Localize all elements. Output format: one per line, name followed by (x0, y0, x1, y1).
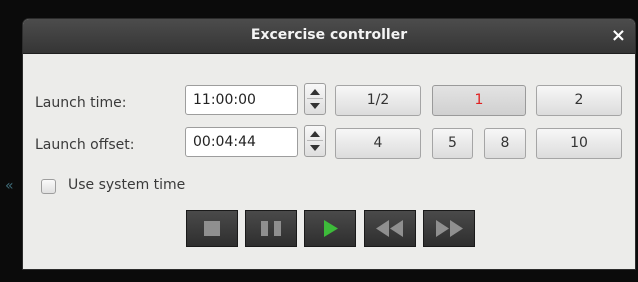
launch-time-stepper[interactable] (304, 83, 326, 115)
speed-10-button[interactable]: 10 (536, 128, 622, 159)
use-system-time-checkbox[interactable] (41, 179, 56, 194)
launch-offset-label: Launch offset: (35, 137, 135, 153)
rewind-button[interactable] (364, 210, 416, 247)
pause-button[interactable] (245, 210, 297, 247)
speed-8-button[interactable]: 8 (484, 128, 526, 159)
launch-offset-input[interactable]: 00:04:44 (185, 127, 298, 157)
stepper-divider (307, 98, 323, 99)
fast-forward-icon (436, 220, 463, 237)
window-title: Excercise controller (250, 27, 408, 43)
launch-time-value: 11:00:00 (193, 92, 256, 108)
use-system-time-label[interactable]: Use system time (68, 177, 185, 193)
increment-arrow-icon[interactable] (310, 131, 320, 137)
close-icon[interactable]: × (611, 25, 626, 46)
decrement-arrow-icon[interactable] (310, 145, 320, 151)
launch-offset-value: 00:04:44 (193, 134, 256, 150)
speed-4-button[interactable]: 4 (335, 128, 421, 159)
side-chevron-icon[interactable]: « (5, 178, 14, 194)
speed-half-button[interactable]: 1/2 (335, 85, 421, 116)
stop-icon (204, 221, 220, 236)
launch-time-label: Launch time: (35, 95, 127, 111)
increment-arrow-icon[interactable] (310, 89, 320, 95)
stop-button[interactable] (186, 210, 238, 247)
speed-1-button[interactable]: 1 (432, 85, 526, 116)
stepper-divider (307, 140, 323, 141)
launch-offset-stepper[interactable] (304, 125, 326, 157)
play-button[interactable] (304, 210, 356, 247)
title-bar[interactable]: Excercise controller × (23, 19, 635, 54)
decrement-arrow-icon[interactable] (310, 103, 320, 109)
play-icon (324, 220, 338, 237)
fast-forward-button[interactable] (423, 210, 475, 247)
pause-icon (261, 221, 281, 236)
speed-5-button[interactable]: 5 (432, 128, 473, 159)
launch-time-input[interactable]: 11:00:00 (185, 85, 298, 115)
rewind-icon (376, 220, 403, 237)
speed-2-button[interactable]: 2 (536, 85, 622, 116)
exercise-controller-window: Excercise controller × Launch time: 11:0… (22, 18, 636, 270)
